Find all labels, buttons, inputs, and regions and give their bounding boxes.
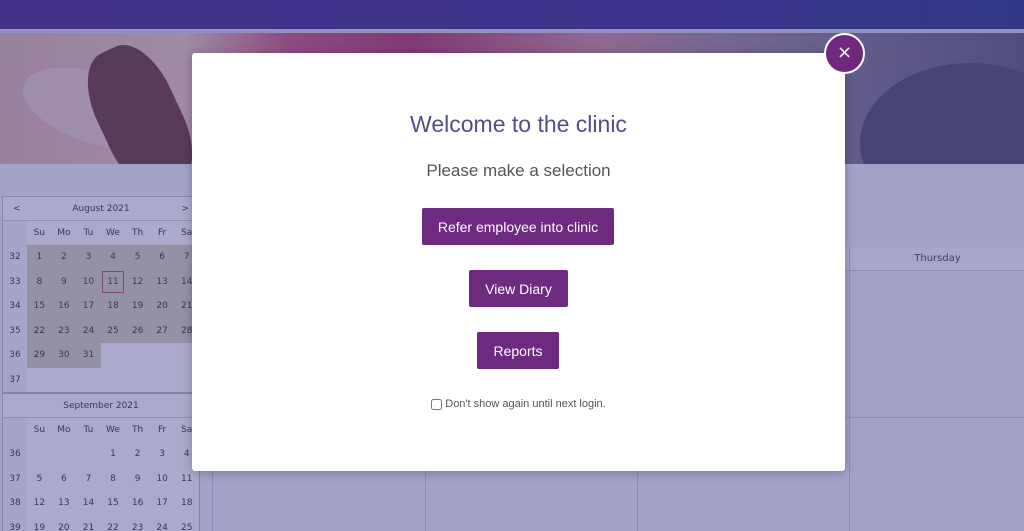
dont-show-again-checkbox[interactable] [431, 398, 443, 410]
dont-show-again-label: Don't show again until next login. [445, 398, 606, 410]
view-diary-button[interactable]: View Diary [469, 270, 568, 307]
welcome-modal: Welcome to the clinic Please make a sele… [192, 53, 845, 471]
reports-button[interactable]: Reports [477, 332, 559, 369]
modal-subtitle: Please make a selection [426, 161, 611, 180]
close-icon[interactable]: × [824, 33, 865, 74]
refer-employee-button[interactable]: Refer employee into clinic [422, 208, 614, 245]
dont-show-again-option[interactable]: Don't show again until next login. [192, 398, 845, 410]
modal-title: Welcome to the clinic [410, 111, 627, 137]
